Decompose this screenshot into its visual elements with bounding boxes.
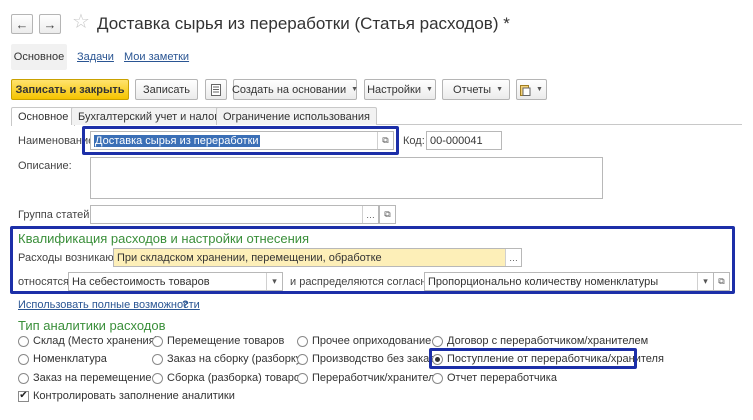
caret-down-icon: ▼ <box>426 86 433 93</box>
assigned-label: относятся: <box>18 276 72 288</box>
code-field[interactable]: 00-000041 <box>426 131 502 150</box>
radio-processor-contract[interactable]: Договор с переработчиком/хранителем <box>432 335 648 347</box>
arises-field[interactable]: При складском хранении, перемещении, обр… <box>113 248 522 267</box>
assigned-select[interactable]: На себестоимость товаров ▾ <box>68 272 283 291</box>
ellipsis-icon[interactable]: … <box>362 206 378 223</box>
radio-other-receipt[interactable]: Прочее оприходование <box>297 335 431 347</box>
radio-production-no-order[interactable]: Производство без заказа <box>297 353 440 365</box>
radio-processor-report[interactable]: Отчет переработчика <box>432 372 557 384</box>
tab-restrictions[interactable]: Ограничение использования <box>216 107 377 125</box>
tab-accounting[interactable]: Бухгалтерский учет и налоги <box>71 107 232 125</box>
list-view-button[interactable] <box>205 79 227 100</box>
dropdown-arrow-icon[interactable]: ▾ <box>697 273 713 290</box>
radio-assembly-order[interactable]: Заказ на сборку (разборку) <box>152 353 305 365</box>
document-list-icon <box>211 83 221 96</box>
window-title: Доставка сырья из переработки (Статья ра… <box>97 14 510 33</box>
checkmark-icon: ✔ <box>18 390 29 402</box>
distributed-label: и распределяются согласно: <box>290 276 436 288</box>
ellipsis-icon[interactable]: … <box>505 249 521 266</box>
radio-nomenclature[interactable]: Номенклатура <box>18 353 107 365</box>
radio-assembly-goods[interactable]: Сборка (разборка) товаров <box>152 372 306 384</box>
radio-transfer-order[interactable]: Заказ на перемещение <box>18 372 152 384</box>
back-button[interactable]: ← <box>11 14 33 34</box>
code-label: Код: <box>403 135 425 147</box>
settings-button[interactable]: Настройки ▼ <box>364 79 436 100</box>
nav-notes-link[interactable]: Мои заметки <box>124 51 189 63</box>
reports-button[interactable]: Отчеты ▼ <box>442 79 510 100</box>
description-label: Описание: <box>18 160 72 172</box>
tab-main[interactable]: Основное <box>11 107 76 126</box>
selected-option-highlight-frame <box>429 348 637 369</box>
arises-label: Расходы возникают: <box>18 252 122 264</box>
arrow-left-icon: ← <box>15 16 29 32</box>
caret-down-icon: ▼ <box>496 86 503 93</box>
save-button[interactable]: Записать <box>135 79 198 100</box>
name-highlight-frame <box>82 126 399 155</box>
group-label: Группа статей: <box>18 209 93 221</box>
qualification-title: Квалификация расходов и настройки отнесе… <box>18 231 310 246</box>
radio-processor[interactable]: Переработчик/хранитель <box>297 372 440 384</box>
save-and-close-button[interactable]: Записать и закрыть <box>11 79 129 100</box>
radio-goods-transfer[interactable]: Перемещение товаров <box>152 335 284 347</box>
radio-warehouse[interactable]: Склад (Место хранения) <box>18 335 158 347</box>
nav-main[interactable]: Основное <box>11 44 67 70</box>
help-icon[interactable]: ? <box>182 299 189 311</box>
create-based-on-button[interactable]: Создать на основании ▼ <box>232 79 359 100</box>
group-open-button[interactable]: ⧉ <box>379 205 396 224</box>
favorite-star-icon[interactable]: ☆ <box>72 12 90 32</box>
full-features-link[interactable]: Использовать полные возможности <box>18 299 200 311</box>
distributed-open-button[interactable]: ⧉ <box>713 272 730 291</box>
forward-button[interactable]: → <box>39 14 61 34</box>
description-field[interactable] <box>90 157 603 199</box>
open-icon: ⧉ <box>384 209 391 219</box>
open-icon: ⧉ <box>718 276 725 286</box>
caret-down-icon: ▼ <box>536 86 543 93</box>
nav-tasks-link[interactable]: Задачи <box>77 51 114 63</box>
dropdown-arrow-icon[interactable]: ▾ <box>266 273 282 290</box>
clipboard-icon <box>520 84 531 96</box>
caret-down-icon: ▼ <box>351 86 359 93</box>
analytics-title: Тип аналитики расходов <box>18 318 166 333</box>
distributed-select[interactable]: Пропорционально количеству номенклатуры … <box>424 272 714 291</box>
group-field[interactable]: … <box>90 205 379 224</box>
attachments-button[interactable]: ▼ <box>516 79 547 100</box>
arrow-right-icon: → <box>43 16 57 32</box>
control-analytics-checkbox[interactable]: ✔ Контролировать заполнение аналитики <box>18 390 235 402</box>
